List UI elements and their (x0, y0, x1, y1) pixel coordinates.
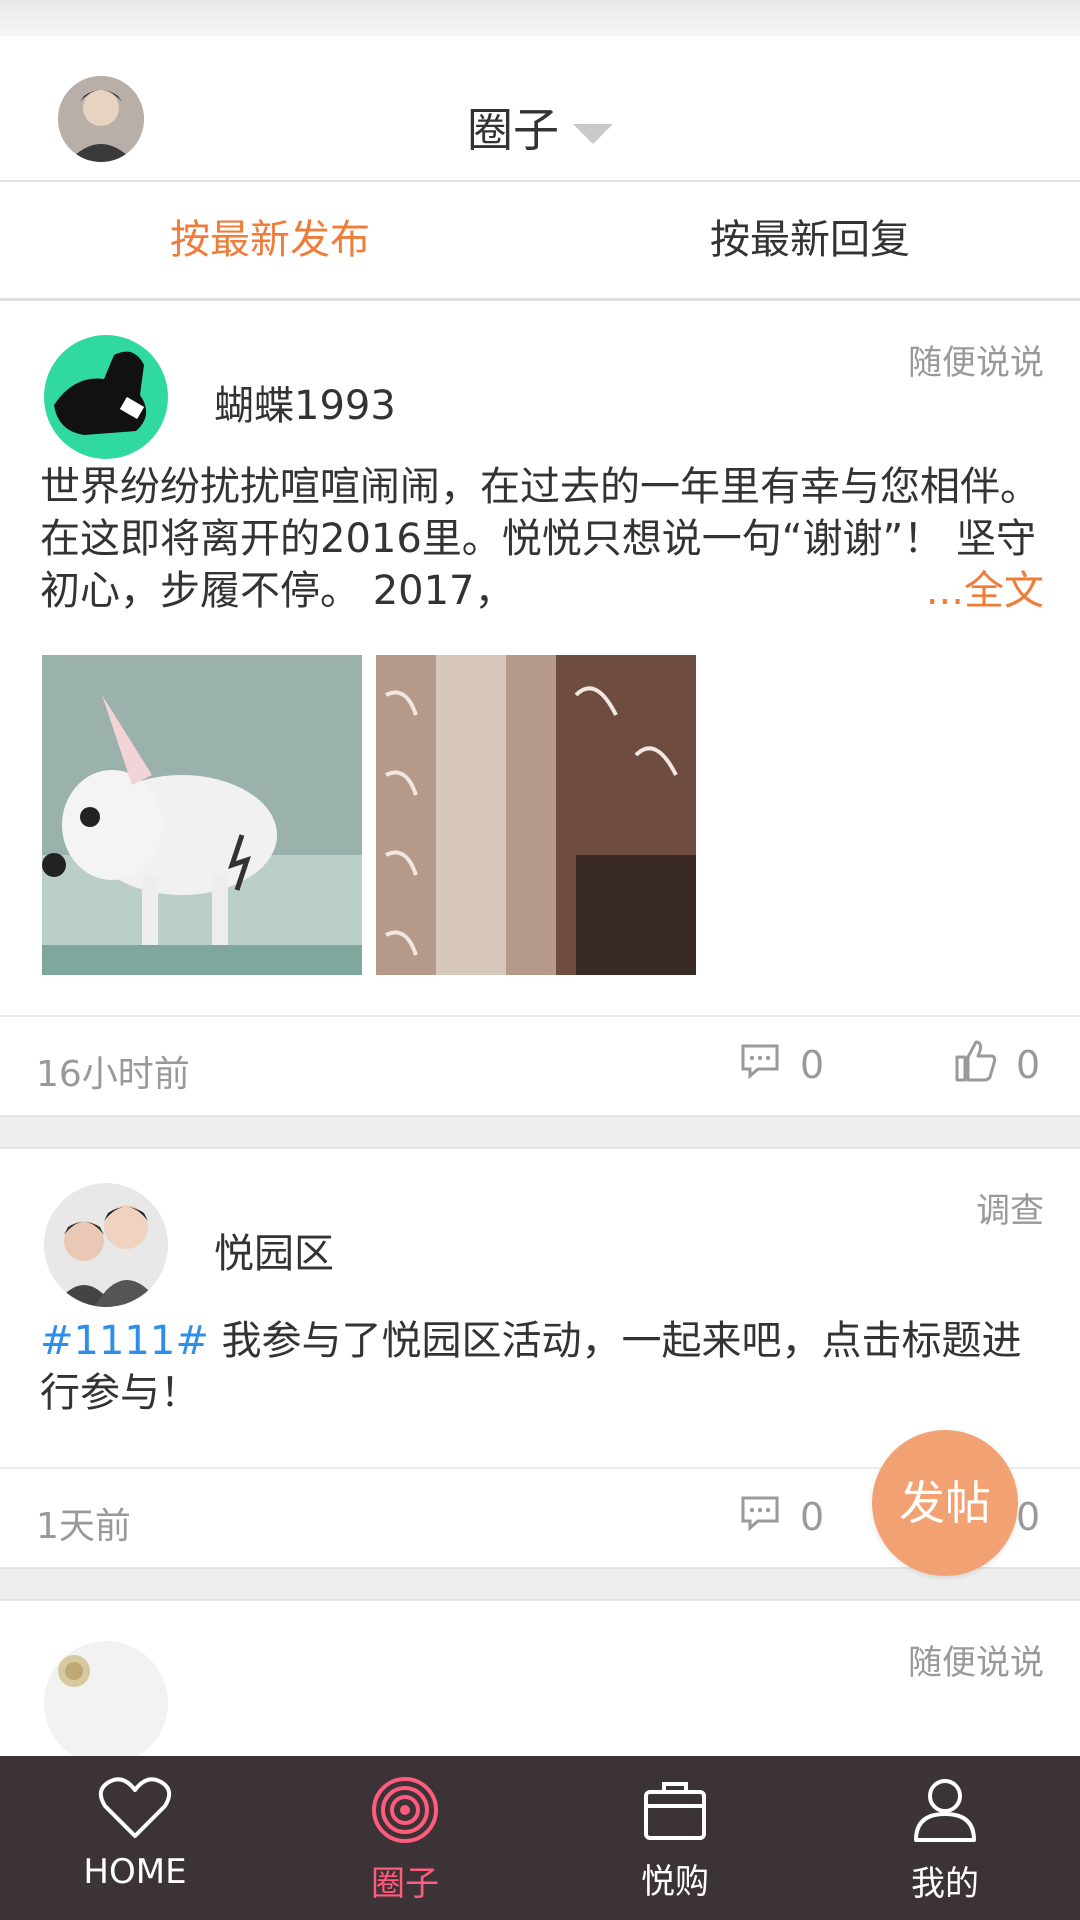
like-count: 0 (1016, 1495, 1041, 1539)
like-count: 0 (1016, 1043, 1041, 1087)
post-card[interactable]: 蝴蝶1993 随便说说 世界纷纷扰扰喧喧闹闹，在过去的一年里有幸与您相伴。 在这… (0, 301, 1080, 1115)
nav-shop[interactable]: 悦购 (540, 1756, 810, 1920)
post-category: 随便说说 (908, 343, 1044, 383)
post-text-block[interactable]: #1111# 我参与了悦园区活动，一起来吧，点击标题进行参与！ (0, 1309, 1080, 1419)
nav-circle[interactable]: 圈子 (270, 1756, 540, 1920)
comment-icon[interactable] (740, 1043, 780, 1079)
bottom-nav: HOME 圈子 悦购 我的 (0, 1756, 1080, 1920)
target-icon (372, 1777, 438, 1843)
comment-icon[interactable] (740, 1495, 780, 1531)
username[interactable]: 悦园区 (214, 1221, 334, 1279)
post-time: 16小时前 (36, 1054, 190, 1095)
heart-icon (98, 1777, 172, 1838)
post-images (0, 617, 1080, 975)
tab-latest-reply[interactable]: 按最新回复 (540, 182, 1080, 298)
like-icon[interactable] (954, 1039, 998, 1083)
user-avatar[interactable] (44, 1641, 168, 1756)
post-divider (0, 1115, 1080, 1149)
user-icon (914, 1779, 976, 1842)
hashtag-link[interactable]: #1111# (40, 1318, 209, 1364)
post-image[interactable] (376, 655, 696, 975)
post-category: 调查 (976, 1191, 1044, 1231)
top-bar: 圈子 (0, 36, 1080, 182)
circle-selector[interactable]: 圈子 (0, 94, 1080, 160)
status-bar (0, 0, 1080, 36)
post-divider (0, 1567, 1080, 1601)
nav-home-label: HOME (83, 1852, 187, 1892)
user-avatar[interactable] (44, 1183, 168, 1307)
post-text-block[interactable]: 世界纷纷扰扰喧喧闹闹，在过去的一年里有幸与您相伴。 在这即将离开的2016里。悦… (0, 461, 1080, 617)
nav-circle-label: 圈子 (371, 1864, 439, 1904)
read-more-link[interactable]: ...全文 (919, 565, 1044, 617)
new-post-button[interactable]: 发帖 (872, 1430, 1018, 1576)
nav-mine[interactable]: 我的 (810, 1756, 1080, 1920)
sort-tabs: 按最新发布 按最新回复 (0, 182, 1080, 301)
post-card[interactable]: 随便说说 (0, 1601, 1080, 1756)
caret-down-icon (573, 123, 613, 144)
post-time: 1天前 (36, 1506, 131, 1547)
bag-icon (644, 1782, 706, 1840)
user-avatar[interactable] (44, 335, 168, 459)
post-image[interactable] (42, 655, 362, 975)
username[interactable]: 蝴蝶1993 (214, 373, 396, 431)
nav-mine-label: 我的 (911, 1864, 979, 1904)
comment-count: 0 (800, 1495, 825, 1539)
nav-home[interactable]: HOME (0, 1756, 270, 1920)
page-title: 圈子 (467, 103, 559, 157)
nav-shop-label: 悦购 (641, 1862, 709, 1902)
tab-latest-post[interactable]: 按最新发布 (0, 182, 540, 298)
post-footer: 16小时前 0 0 (0, 1015, 1080, 1115)
post-category: 随便说说 (908, 1643, 1044, 1683)
post-text: 世界纷纷扰扰喧喧闹闹，在过去的一年里有幸与您相伴。 在这即将离开的2016里。悦… (40, 464, 1040, 614)
comment-count: 0 (800, 1043, 825, 1087)
